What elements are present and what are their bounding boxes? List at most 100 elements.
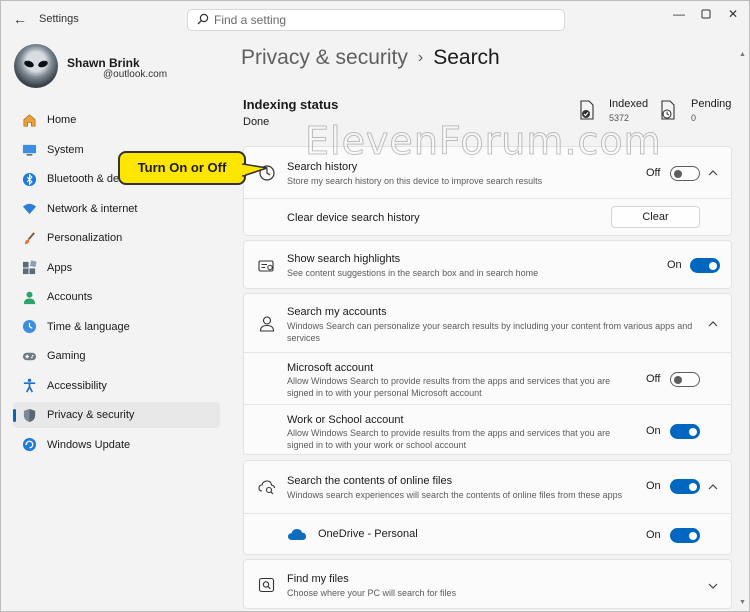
pending-label: Pending bbox=[691, 98, 732, 110]
person-outline-icon bbox=[258, 315, 276, 333]
indexed-document-icon bbox=[579, 100, 597, 120]
find-files-title: Find my files bbox=[287, 573, 349, 585]
chevron-up-icon[interactable] bbox=[706, 165, 720, 179]
avatar[interactable] bbox=[14, 44, 58, 88]
online-files-toggle[interactable] bbox=[670, 479, 700, 494]
update-icon bbox=[21, 436, 38, 453]
onedrive-row: OneDrive - Personal On bbox=[244, 513, 731, 556]
online-files-state: On bbox=[646, 480, 661, 492]
sidebar-item-windows-update[interactable]: Windows Update bbox=[13, 432, 220, 458]
monitor-icon bbox=[21, 141, 38, 158]
avatar-eye bbox=[37, 59, 49, 69]
highlights-state: On bbox=[667, 259, 682, 271]
sidebar-item-label: Accessibility bbox=[47, 379, 107, 392]
search-input[interactable] bbox=[214, 12, 554, 28]
sidebar-item-label: Network & internet bbox=[47, 202, 138, 215]
back-arrow-icon[interactable]: ← bbox=[11, 11, 29, 27]
work-account-title: Work or School account bbox=[287, 414, 404, 426]
search-accounts-row[interactable]: Search my accounts Windows Search can pe… bbox=[244, 294, 731, 352]
bluetooth-icon bbox=[21, 171, 38, 188]
search-history-desc: Store my search history on this device t… bbox=[287, 176, 543, 186]
sidebar-item-apps[interactable]: Apps bbox=[13, 255, 220, 281]
chevron-up-icon[interactable] bbox=[706, 316, 720, 330]
breadcrumb-parent[interactable]: Privacy & security bbox=[241, 46, 408, 69]
folder-search-icon bbox=[258, 576, 276, 594]
microsoft-account-row: Microsoft account Allow Windows Search t… bbox=[244, 352, 731, 404]
sidebar-item-label: Accounts bbox=[47, 291, 93, 303]
microsoft-account-title: Microsoft account bbox=[287, 362, 374, 374]
title-bar: ← Settings — ✕ bbox=[1, 1, 749, 37]
work-account-desc: Allow Windows Search to provide results … bbox=[287, 428, 611, 450]
search-accounts-desc: Windows Search can personalize your sear… bbox=[287, 321, 693, 343]
highlights-toggle[interactable] bbox=[690, 258, 720, 273]
clear-history-row: Clear device search history Clear bbox=[244, 198, 731, 236]
pending-document-icon bbox=[660, 100, 678, 120]
sidebar-item-label: Gaming bbox=[47, 350, 86, 362]
microsoft-account-toggle[interactable] bbox=[670, 372, 700, 387]
search-history-toggle[interactable] bbox=[670, 166, 700, 181]
watermark: ElevenForum.com bbox=[305, 119, 662, 164]
sidebar-item-accessibility[interactable]: Accessibility bbox=[13, 373, 220, 399]
search-highlights-card[interactable]: Show search highlights See content sugge… bbox=[243, 240, 732, 289]
clear-button[interactable]: Clear bbox=[611, 206, 700, 228]
work-account-toggle[interactable] bbox=[670, 424, 700, 439]
breadcrumb: Privacy & security › Search bbox=[241, 46, 500, 70]
sidebar-item-home[interactable]: Home bbox=[13, 107, 220, 133]
clear-history-label: Clear device search history bbox=[287, 212, 420, 224]
highlights-desc: See content suggestions in the search bo… bbox=[287, 268, 539, 278]
online-files-row[interactable]: Search the contents of online files Wind… bbox=[244, 461, 731, 513]
chevron-up-icon[interactable] bbox=[706, 479, 720, 493]
close-icon[interactable]: ✕ bbox=[720, 5, 746, 23]
home-icon bbox=[21, 112, 38, 129]
search-history-state: Off bbox=[646, 167, 661, 179]
sidebar-item-personalization[interactable]: Personalization bbox=[13, 225, 220, 251]
accessibility-icon bbox=[21, 377, 38, 394]
work-account-state: On bbox=[646, 425, 661, 437]
highlights-icon bbox=[258, 257, 276, 275]
onedrive-cloud-icon bbox=[287, 527, 306, 545]
sidebar-item-label: Apps bbox=[47, 261, 73, 274]
maximize-icon[interactable] bbox=[693, 5, 719, 23]
brush-icon bbox=[21, 230, 38, 247]
cloud-search-icon bbox=[258, 478, 276, 496]
find-files-desc: Choose where your PC will search for fil… bbox=[287, 588, 457, 598]
callout-pointer bbox=[241, 163, 268, 177]
onedrive-state: On bbox=[646, 529, 661, 541]
sidebar-item-label: Home bbox=[47, 114, 77, 126]
app-title: Settings bbox=[39, 13, 79, 25]
sidebar-item-label: Time & language bbox=[47, 320, 130, 333]
onedrive-toggle[interactable] bbox=[670, 528, 700, 543]
chevron-down-icon[interactable] bbox=[706, 578, 720, 592]
wifi-icon bbox=[21, 200, 38, 217]
sidebar-item-time-language[interactable]: Time & language bbox=[13, 314, 220, 340]
microsoft-account-desc: Allow Windows Search to provide results … bbox=[287, 376, 611, 398]
avatar-eye bbox=[23, 59, 35, 69]
online-files-card: Search the contents of online files Wind… bbox=[243, 460, 732, 555]
gamepad-icon bbox=[21, 348, 38, 365]
profile-name: Shawn Brink bbox=[67, 56, 140, 70]
sidebar-item-accounts[interactable]: Accounts bbox=[13, 284, 220, 310]
work-account-row: Work or School account Allow Windows Sea… bbox=[244, 404, 731, 456]
scroll-up-icon[interactable]: ▲ bbox=[739, 51, 746, 58]
scroll-down-icon[interactable]: ▼ bbox=[739, 599, 746, 606]
indexing-status-title: Indexing status bbox=[243, 97, 339, 112]
microsoft-account-state: Off bbox=[646, 373, 661, 385]
search-accounts-card: Search my accounts Windows Search can pe… bbox=[243, 293, 732, 455]
online-files-desc: Windows search experiences will search t… bbox=[287, 490, 623, 500]
pending-value: 0 bbox=[691, 113, 697, 123]
sidebar-item-privacy-security[interactable]: Privacy & security bbox=[13, 402, 220, 428]
globe-clock-icon bbox=[21, 318, 38, 335]
sidebar-item-label: Windows Update bbox=[47, 438, 131, 451]
find-files-card[interactable]: Find my files Choose where your PC will … bbox=[243, 559, 732, 609]
search-box[interactable] bbox=[187, 9, 565, 31]
profile-email: @outlook.com bbox=[103, 69, 168, 80]
sidebar-item-gaming[interactable]: Gaming bbox=[13, 343, 220, 369]
shield-icon bbox=[21, 407, 38, 424]
page-title: Search bbox=[433, 46, 500, 69]
sidebar-item-network[interactable]: Network & internet bbox=[13, 196, 220, 222]
online-files-title: Search the contents of online files bbox=[287, 475, 453, 487]
minimize-icon[interactable]: — bbox=[666, 5, 692, 23]
search-accounts-title: Search my accounts bbox=[287, 306, 387, 318]
sidebar-item-label: Privacy & security bbox=[47, 409, 135, 421]
apps-icon bbox=[21, 259, 38, 276]
